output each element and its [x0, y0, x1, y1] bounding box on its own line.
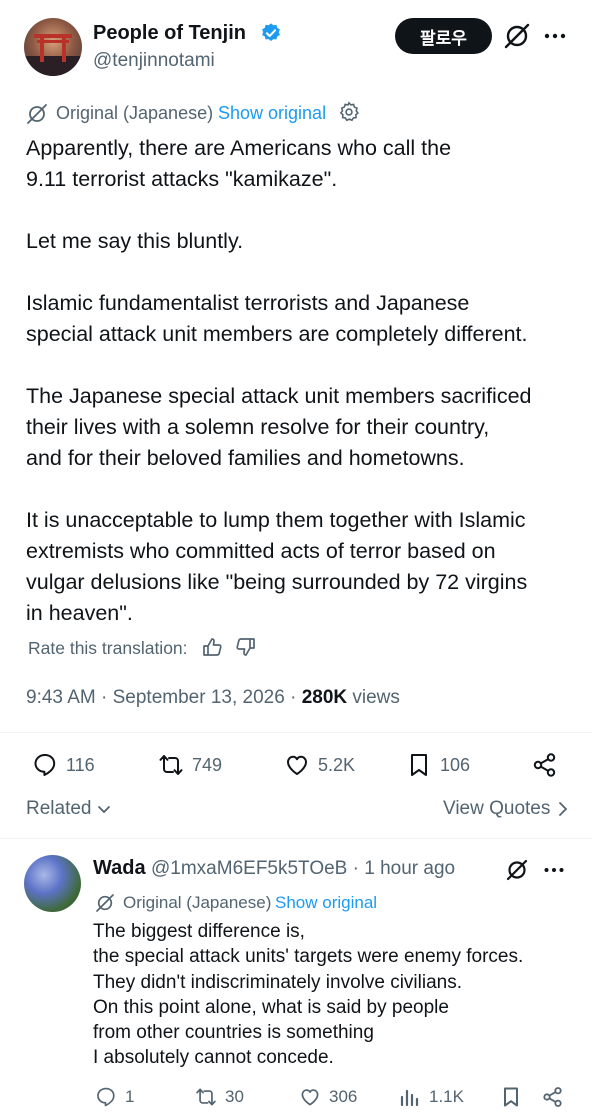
like-icon: [301, 1089, 319, 1106]
post-date[interactable]: September 13, 2026: [113, 687, 285, 708]
related-dropdown[interactable]: Related: [26, 798, 112, 820]
reply-line: They didn't indiscriminately involve civ…: [93, 971, 462, 993]
rate-translation-label: Rate this translation:: [28, 638, 188, 658]
divider: [0, 838, 592, 839]
grok-icon[interactable]: [503, 22, 531, 50]
reply-like-count: 306: [329, 1087, 358, 1106]
post-paragraph: Islamic fundamentalist terrorists and Ja…: [26, 291, 528, 346]
reply-author-name[interactable]: Wada: [93, 857, 146, 880]
post-paragraph: The Japanese special attack unit members…: [26, 384, 532, 470]
like-action[interactable]: 5.2K: [284, 752, 355, 778]
reply-line: the special attack units' targets were e…: [93, 946, 524, 968]
like-count: 5.2K: [318, 754, 356, 775]
reply-text: The biggest difference is, the special a…: [93, 919, 563, 1071]
show-original-link[interactable]: Show original: [218, 103, 326, 124]
repost-action[interactable]: 749: [158, 752, 222, 778]
reply-action[interactable]: 116: [32, 752, 95, 778]
view-quotes-link[interactable]: View Quotes: [443, 798, 570, 820]
author-display-name[interactable]: People of Tenjin: [93, 22, 246, 45]
chevron-right-icon: [559, 802, 568, 816]
gear-icon[interactable]: [338, 101, 360, 123]
reply-line: On this point alone, what is said by peo…: [93, 996, 449, 1018]
thumbs-up-icon[interactable]: [201, 636, 223, 658]
post-meta: 9:43 AM · September 13, 2026 · 280K view…: [26, 687, 400, 709]
views-count: 280K: [301, 687, 348, 708]
reply-show-original-link[interactable]: Show original: [275, 893, 377, 913]
reply-views-action[interactable]: 1.1K: [399, 1086, 464, 1108]
meta-separator: ·: [101, 687, 108, 708]
reply-reply-action[interactable]: 1: [95, 1086, 134, 1108]
views-icon: [400, 1089, 419, 1107]
translate-icon: [96, 894, 114, 912]
share-icon[interactable]: [542, 1086, 564, 1108]
reply-count: 116: [66, 754, 95, 775]
meta-separator: ·: [290, 687, 297, 708]
reply-line: I absolutely cannot concede.: [93, 1047, 334, 1069]
reply-line: from other countries is something: [93, 1022, 374, 1044]
reply-handle-time[interactable]: @1mxaM6EF5k5TOeB · 1 hour ago: [151, 858, 455, 880]
view-quotes-label: View Quotes: [443, 798, 551, 819]
repost-count: 749: [192, 754, 223, 775]
post-paragraph: Let me say this bluntly.: [26, 229, 244, 253]
post-text: Apparently, there are Americans who call…: [26, 133, 566, 629]
grok-icon[interactable]: [505, 858, 529, 882]
reply-like-action[interactable]: 306: [299, 1086, 357, 1108]
reply-translation-original-label: Original (Japanese): [123, 893, 272, 912]
chevron-down-icon: [97, 806, 110, 814]
more-icon[interactable]: [543, 26, 567, 46]
reply-icon: [34, 754, 56, 776]
share-icon[interactable]: [532, 752, 558, 778]
more-icon[interactable]: [543, 861, 565, 879]
divider: [0, 732, 592, 733]
reply-reply-count: 1: [125, 1087, 135, 1106]
author-handle[interactable]: @tenjinnotami: [93, 50, 215, 72]
reply-repost-action[interactable]: 30: [195, 1086, 244, 1108]
like-icon: [287, 755, 307, 775]
repost-icon: [196, 1088, 216, 1106]
reply-icon: [97, 1087, 115, 1107]
translation-original-label: Original (Japanese): [56, 103, 214, 123]
views-label: views: [352, 687, 400, 708]
thumbs-down-icon[interactable]: [235, 636, 257, 658]
reply-line: The biggest difference is,: [93, 921, 305, 942]
post-time[interactable]: 9:43 AM: [26, 687, 96, 708]
bookmark-icon[interactable]: [500, 1086, 522, 1108]
post-paragraph: It is unacceptable to lump them together…: [26, 508, 528, 625]
repost-icon: [159, 755, 183, 775]
related-label: Related: [26, 798, 92, 819]
post-paragraph: Apparently, there are Americans who call…: [26, 136, 452, 191]
bookmark-count: 106: [440, 754, 471, 775]
translate-icon: [27, 104, 47, 124]
bookmark-icon: [411, 754, 427, 776]
verified-badge-icon: [262, 23, 280, 41]
reply-avatar[interactable]: [24, 855, 81, 912]
author-avatar[interactable]: [24, 18, 82, 76]
bookmark-action[interactable]: 106: [406, 752, 470, 778]
reply-views-count: 1.1K: [429, 1087, 464, 1106]
reply-repost-count: 30: [225, 1087, 244, 1106]
follow-button[interactable]: 팔로우: [395, 18, 492, 54]
